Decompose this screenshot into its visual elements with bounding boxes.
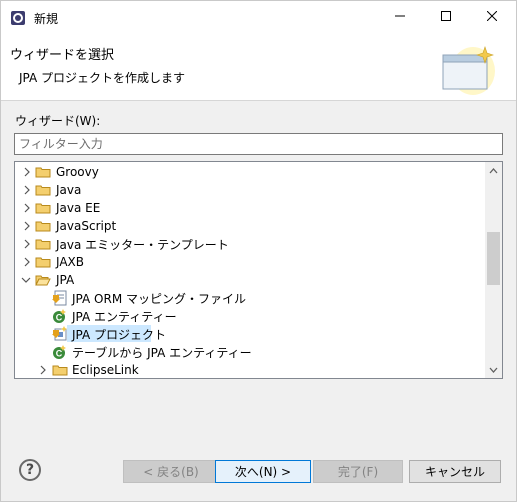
chevron-right-icon[interactable] bbox=[21, 202, 33, 214]
scroll-up-icon[interactable] bbox=[485, 162, 502, 179]
tree-item-jpa-project[interactable]: JPA プロジェクト bbox=[15, 325, 485, 343]
finish-button-label: 完了(F) bbox=[337, 465, 379, 479]
help-glyph: ? bbox=[25, 462, 35, 478]
jpa-project-icon bbox=[52, 326, 68, 342]
folder-icon bbox=[35, 200, 51, 216]
wizard-tree[interactable]: Groovy Java Java EE JavaScript Java エミッタ… bbox=[14, 161, 503, 379]
tree-item-groovy[interactable]: Groovy bbox=[15, 163, 485, 181]
tree-item-label: JAXB bbox=[56, 255, 84, 269]
entity-icon: C bbox=[52, 344, 68, 360]
folder-icon bbox=[35, 164, 51, 180]
cancel-button[interactable]: キャンセル bbox=[409, 460, 501, 483]
tree-item-jaxb[interactable]: JAXB bbox=[15, 253, 485, 271]
folder-icon bbox=[35, 182, 51, 198]
tree-scrollbar[interactable] bbox=[485, 162, 502, 378]
tree-item-jpa-entities-from-tables[interactable]: C テーブルから JPA エンティティー bbox=[15, 343, 485, 361]
folder-open-icon bbox=[35, 272, 51, 288]
chevron-right-icon[interactable] bbox=[21, 166, 33, 178]
maximize-button[interactable] bbox=[423, 1, 469, 33]
back-button-label: < 戻る(B) bbox=[143, 465, 199, 479]
tree-item-label: JPA プロジェクト bbox=[72, 327, 167, 342]
tree-item-label: JPA エンティティー bbox=[72, 309, 177, 324]
entity-icon: C bbox=[52, 308, 68, 324]
tree-item-label: Java エミッター・テンプレート bbox=[56, 237, 229, 252]
chevron-down-icon[interactable] bbox=[20, 274, 32, 286]
tree-item-label: JPA bbox=[56, 273, 75, 287]
tree-item-label: Java bbox=[56, 183, 82, 197]
back-button[interactable]: < 戻る(B) bbox=[123, 460, 219, 483]
tree-item-label: JavaScript bbox=[56, 219, 117, 233]
window-title: 新規 bbox=[34, 12, 59, 26]
new-wizard-dialog: 新規 ウィザードを選択 JPA プロジェクトを作成します ウィザード(W): フ… bbox=[0, 0, 517, 502]
chevron-right-icon[interactable] bbox=[21, 238, 33, 250]
tree-item-label: Java EE bbox=[56, 201, 101, 215]
folder-icon bbox=[35, 218, 51, 234]
tree-item-java-emitter-templates[interactable]: Java エミッター・テンプレート bbox=[15, 235, 485, 253]
chevron-right-icon[interactable] bbox=[21, 256, 33, 268]
tree-item-jpa[interactable]: JPA bbox=[15, 271, 485, 289]
folder-icon bbox=[35, 236, 51, 252]
tree-item-java[interactable]: Java bbox=[15, 181, 485, 199]
scroll-down-icon[interactable] bbox=[485, 361, 502, 378]
tree-item-label: JPA ORM マッピング・ファイル bbox=[72, 291, 246, 306]
folder-icon bbox=[35, 254, 51, 270]
tree-item-label: テーブルから JPA エンティティー bbox=[72, 345, 252, 360]
next-button-label: 次へ(N) > bbox=[234, 465, 292, 479]
orm-file-icon bbox=[52, 290, 68, 306]
folder-icon bbox=[52, 362, 68, 378]
tree-item-jpa-entity[interactable]: C JPA エンティティー bbox=[15, 307, 485, 325]
chevron-right-icon[interactable] bbox=[21, 184, 33, 196]
help-icon[interactable]: ? bbox=[19, 459, 41, 481]
next-button[interactable]: 次へ(N) > bbox=[215, 460, 311, 483]
wizard-label: ウィザード(W): bbox=[15, 114, 101, 128]
minimize-icon bbox=[395, 10, 405, 24]
close-button[interactable] bbox=[469, 1, 515, 33]
svg-text:C: C bbox=[56, 349, 63, 359]
filter-input[interactable] bbox=[14, 133, 503, 155]
title-bar[interactable]: 新規 bbox=[1, 1, 516, 33]
tree-item-label: Groovy bbox=[56, 165, 99, 179]
finish-button[interactable]: 完了(F) bbox=[313, 460, 403, 483]
tree-item-jpa-orm-mapping-file[interactable]: JPA ORM マッピング・ファイル bbox=[15, 289, 485, 307]
svg-text:C: C bbox=[56, 313, 63, 323]
chevron-right-icon[interactable] bbox=[21, 220, 33, 232]
chevron-right-icon[interactable] bbox=[37, 364, 49, 376]
tree-item-java-ee[interactable]: Java EE bbox=[15, 199, 485, 217]
tree-item-eclipselink[interactable]: EclipseLink bbox=[15, 361, 485, 378]
tree-item-javascript[interactable]: JavaScript bbox=[15, 217, 485, 235]
eclipse-new-icon bbox=[10, 10, 26, 26]
banner-title: ウィザードを選択 bbox=[10, 48, 115, 63]
wizard-banner: ウィザードを選択 JPA プロジェクトを作成します bbox=[1, 33, 516, 101]
minimize-button[interactable] bbox=[377, 1, 423, 33]
close-icon bbox=[486, 10, 498, 24]
cancel-button-label: キャンセル bbox=[424, 465, 485, 479]
scroll-thumb[interactable] bbox=[487, 232, 500, 285]
tree-item-label: EclipseLink bbox=[72, 363, 139, 377]
new-wizard-banner-icon bbox=[437, 41, 497, 99]
banner-description: JPA プロジェクトを作成します bbox=[19, 71, 186, 85]
maximize-icon bbox=[441, 10, 451, 24]
